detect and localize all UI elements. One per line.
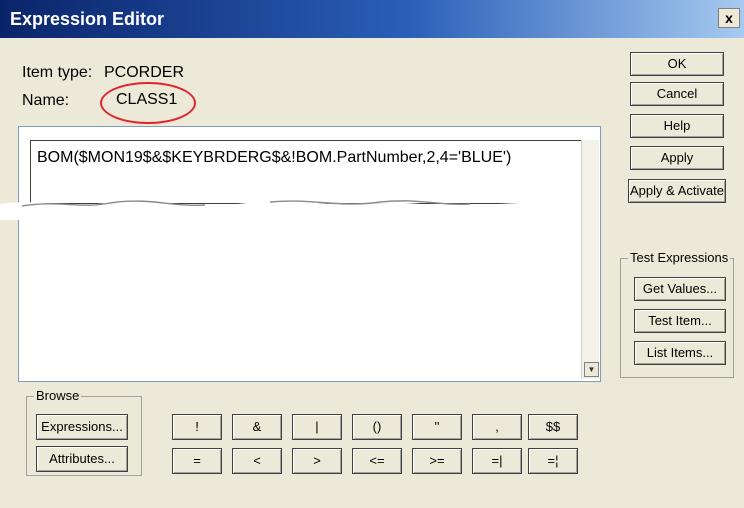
op-equals-button[interactable]: = bbox=[172, 448, 222, 474]
op-and-button[interactable]: & bbox=[232, 414, 282, 440]
op-or-button[interactable]: | bbox=[292, 414, 342, 440]
cancel-button[interactable]: Cancel bbox=[630, 82, 724, 106]
item-type-value: PCORDER bbox=[104, 64, 185, 81]
op-greater-equal-button[interactable]: >= bbox=[412, 448, 462, 474]
test-expressions-label: Test Expressions bbox=[628, 250, 731, 265]
expression-editor-dialog: Expression Editor x Item type: PCORDER N… bbox=[0, 0, 744, 508]
test-item-button[interactable]: Test Item... bbox=[634, 309, 726, 333]
apply-button[interactable]: Apply bbox=[630, 146, 724, 170]
help-button[interactable]: Help bbox=[630, 114, 724, 138]
op-equals-pipe-button[interactable]: =| bbox=[472, 448, 522, 474]
ok-button[interactable]: OK bbox=[630, 52, 724, 76]
op-not-button[interactable]: ! bbox=[172, 414, 222, 440]
get-values-button[interactable]: Get Values... bbox=[634, 277, 726, 301]
scroll-down-arrow-icon[interactable]: ▼ bbox=[584, 362, 599, 377]
op-dollars-button[interactable]: $$ bbox=[528, 414, 578, 440]
name-label: Name: bbox=[22, 92, 70, 109]
browse-label: Browse bbox=[34, 388, 82, 403]
name-highlight-circle bbox=[100, 82, 196, 124]
op-less-equal-button[interactable]: <= bbox=[352, 448, 402, 474]
expression-input[interactable]: BOM($MON19$&$KEYBRDERG$&!BOM.PartNumber,… bbox=[30, 140, 582, 204]
expressions-button[interactable]: Expressions... bbox=[36, 414, 128, 440]
item-type-label: Item type: bbox=[22, 64, 93, 81]
expression-text: BOM($MON19$&$KEYBRDERG$&!BOM.PartNumber,… bbox=[37, 149, 512, 166]
apply-activate-button[interactable]: Apply & Activate bbox=[628, 179, 726, 203]
list-items-button[interactable]: List Items... bbox=[634, 341, 726, 365]
op-comma-button[interactable]: , bbox=[472, 414, 522, 440]
op-quotes-button[interactable]: '' bbox=[412, 414, 462, 440]
torn-edge-divider bbox=[0, 200, 600, 220]
op-less-button[interactable]: < bbox=[232, 448, 282, 474]
editor-scrollbar[interactable]: ▼ bbox=[581, 140, 599, 379]
close-icon[interactable]: x bbox=[718, 8, 740, 28]
op-parens-button[interactable]: () bbox=[352, 414, 402, 440]
title-bar: Expression Editor x bbox=[0, 0, 744, 38]
op-greater-button[interactable]: > bbox=[292, 448, 342, 474]
window-title: Expression Editor bbox=[10, 9, 165, 29]
attributes-button[interactable]: Attributes... bbox=[36, 446, 128, 472]
op-equals-broken-pipe-button[interactable]: =¦ bbox=[528, 448, 578, 474]
